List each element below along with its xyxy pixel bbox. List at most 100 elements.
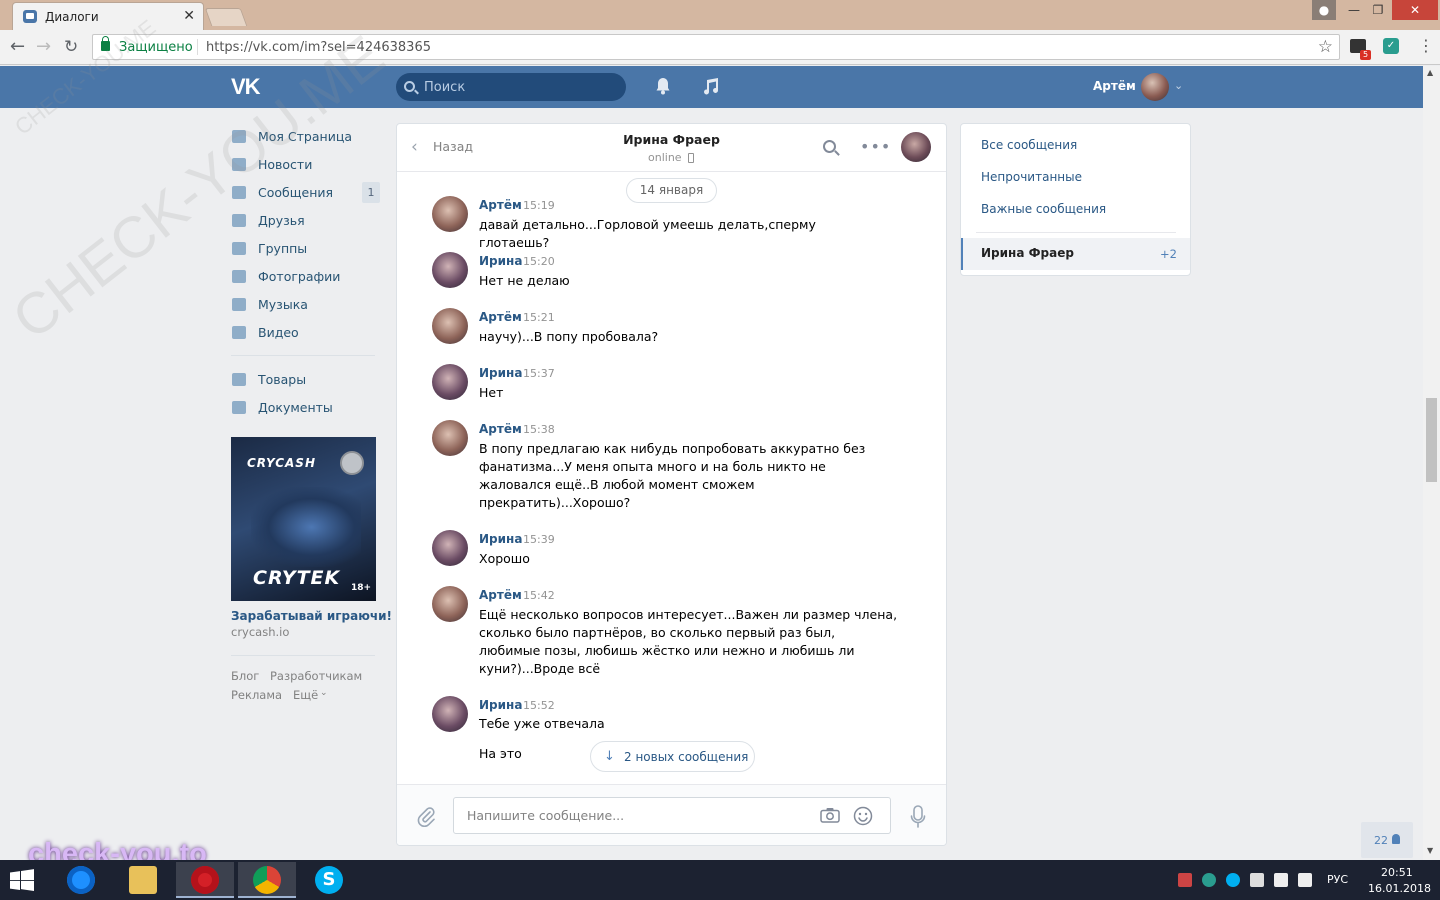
- scroll-down-icon[interactable]: ▼: [1427, 846, 1433, 855]
- back-arrow-icon[interactable]: ←: [10, 37, 25, 57]
- ad-domain[interactable]: crycash.io: [231, 625, 289, 639]
- message-time: 15:42: [523, 589, 555, 602]
- current-user-name[interactable]: Артём: [1093, 79, 1136, 93]
- sidebar-item-video[interactable]: Видео: [231, 318, 381, 346]
- author-avatar[interactable]: [432, 420, 468, 456]
- message-input[interactable]: [467, 808, 797, 823]
- peer-status: online: [648, 151, 682, 164]
- tray-skype-icon[interactable]: [1226, 873, 1240, 887]
- forward-arrow-icon[interactable]: →: [36, 37, 51, 57]
- message-author[interactable]: Артём: [479, 310, 522, 324]
- tray-volume-icon[interactable]: [1298, 873, 1312, 887]
- sidebar-item-documents[interactable]: Документы: [231, 393, 381, 421]
- page-scrollbar[interactable]: ▲ ▼: [1423, 66, 1440, 860]
- clock-date[interactable]: 16.01.2018: [1368, 882, 1431, 895]
- author-avatar[interactable]: [432, 196, 468, 232]
- message-author[interactable]: Артём: [479, 588, 522, 602]
- sidebar-item-goods[interactable]: Товары: [231, 365, 381, 393]
- sidebar-item-messages[interactable]: Сообщения: [231, 178, 381, 206]
- vk-logo[interactable]: VK: [231, 74, 261, 100]
- search-icon[interactable]: [823, 140, 836, 153]
- author-avatar[interactable]: [432, 530, 468, 566]
- active-conversation-item[interactable]: Ирина Фраер +2: [961, 238, 1190, 270]
- skype-glyph: S: [315, 866, 343, 894]
- author-avatar[interactable]: [432, 252, 468, 288]
- close-window-button[interactable]: ✕: [1392, 0, 1438, 20]
- documents-icon: [232, 401, 246, 414]
- author-avatar[interactable]: [432, 364, 468, 400]
- message-author[interactable]: Ирина: [479, 532, 522, 546]
- skype-icon[interactable]: S: [300, 862, 358, 898]
- tray-app-icon[interactable]: [1178, 873, 1192, 887]
- notifications-bell-icon[interactable]: [655, 77, 671, 95]
- scrollbar-thumb[interactable]: [1426, 398, 1437, 482]
- address-bar[interactable]: Защищено https://vk.com/im?sel=424638365…: [92, 34, 1340, 60]
- scroll-up-icon[interactable]: ▲: [1427, 68, 1433, 77]
- author-avatar[interactable]: [432, 696, 468, 732]
- chrome-icon[interactable]: [238, 862, 296, 898]
- paperclip-icon[interactable]: [417, 805, 435, 827]
- sidebar-item-my-page[interactable]: Моя Страница: [231, 122, 381, 150]
- footer-link-ads[interactable]: Реклама: [231, 688, 282, 702]
- input-language[interactable]: РУС: [1327, 873, 1348, 886]
- browser-tab[interactable]: Диалоги ✕: [12, 2, 204, 30]
- more-options-icon[interactable]: •••: [860, 137, 891, 156]
- filter-important[interactable]: Важные сообщения: [981, 202, 1106, 216]
- footer-link-more[interactable]: Ещё: [293, 688, 318, 702]
- sidebar-item-music[interactable]: Музыка: [231, 290, 381, 318]
- minimize-button[interactable]: —: [1340, 0, 1368, 20]
- microphone-icon[interactable]: [910, 805, 926, 829]
- browser-menu-icon[interactable]: ⋮: [1418, 36, 1434, 55]
- user-profile-icon[interactable]: ●: [1312, 0, 1336, 20]
- search-input[interactable]: [424, 78, 614, 96]
- message-author[interactable]: Артём: [479, 198, 522, 212]
- tab-close-icon[interactable]: ✕: [183, 8, 195, 24]
- filter-all-messages[interactable]: Все сообщения: [981, 138, 1077, 152]
- message-text: Нет: [479, 385, 504, 400]
- chevron-down-icon[interactable]: ⌄: [1174, 79, 1183, 92]
- bookmark-star-icon[interactable]: ☆: [1318, 37, 1333, 57]
- url-text[interactable]: https://vk.com/im?sel=424638365: [206, 40, 431, 55]
- emoji-icon[interactable]: [853, 806, 873, 826]
- mobile-icon: [688, 153, 694, 163]
- message-author[interactable]: Ирина: [479, 254, 522, 268]
- tray-app-icon[interactable]: [1250, 873, 1264, 887]
- shield-extension-icon[interactable]: ✓: [1383, 38, 1399, 54]
- reload-icon[interactable]: ↻: [64, 37, 78, 57]
- online-friends-widget[interactable]: 22: [1361, 822, 1413, 858]
- current-user-avatar[interactable]: [1141, 73, 1169, 101]
- file-explorer-icon[interactable]: [114, 862, 172, 898]
- author-avatar[interactable]: [432, 586, 468, 622]
- music-player-icon[interactable]: [701, 77, 719, 95]
- sidebar-item-groups[interactable]: Группы: [231, 234, 381, 262]
- sidebar-item-photos[interactable]: Фотографии: [231, 262, 381, 290]
- internet-explorer-icon[interactable]: [52, 862, 110, 898]
- ad-banner[interactable]: CRYCASH CRYTEK 18+: [231, 437, 376, 601]
- opera-icon[interactable]: [176, 862, 234, 898]
- message-author[interactable]: Ирина: [479, 698, 522, 712]
- search-box[interactable]: [396, 73, 626, 101]
- new-messages-button[interactable]: ↓ 2 новых сообщения: [590, 741, 755, 772]
- ad-title-link[interactable]: Зарабатывай играючи!: [231, 609, 392, 623]
- clock-time[interactable]: 20:51: [1381, 866, 1413, 879]
- chevron-down-icon[interactable]: ⌄: [320, 688, 328, 698]
- sidebar-item-news[interactable]: Новости: [231, 150, 381, 178]
- message-input-box[interactable]: [453, 797, 891, 834]
- footer-link-developers[interactable]: Разработчикам: [270, 669, 362, 683]
- tab-title: Диалоги: [45, 10, 99, 24]
- sidebar-item-friends[interactable]: Друзья: [231, 206, 381, 234]
- author-avatar[interactable]: [432, 308, 468, 344]
- message-author[interactable]: Артём: [479, 422, 522, 436]
- footer-link-blog[interactable]: Блог: [231, 669, 259, 683]
- new-tab-button[interactable]: [204, 8, 248, 26]
- peer-avatar[interactable]: [901, 132, 931, 162]
- maximize-button[interactable]: ❐: [1368, 0, 1388, 20]
- camera-icon[interactable]: [820, 807, 840, 823]
- tray-app-icon[interactable]: [1202, 873, 1216, 887]
- message-composer: [397, 784, 946, 845]
- windows-start-icon[interactable]: [8, 869, 36, 891]
- tray-network-icon[interactable]: [1274, 873, 1288, 887]
- message-author[interactable]: Ирина: [479, 366, 522, 380]
- message-time: 15:21: [523, 311, 555, 324]
- filter-unread[interactable]: Непрочитанные: [981, 170, 1082, 184]
